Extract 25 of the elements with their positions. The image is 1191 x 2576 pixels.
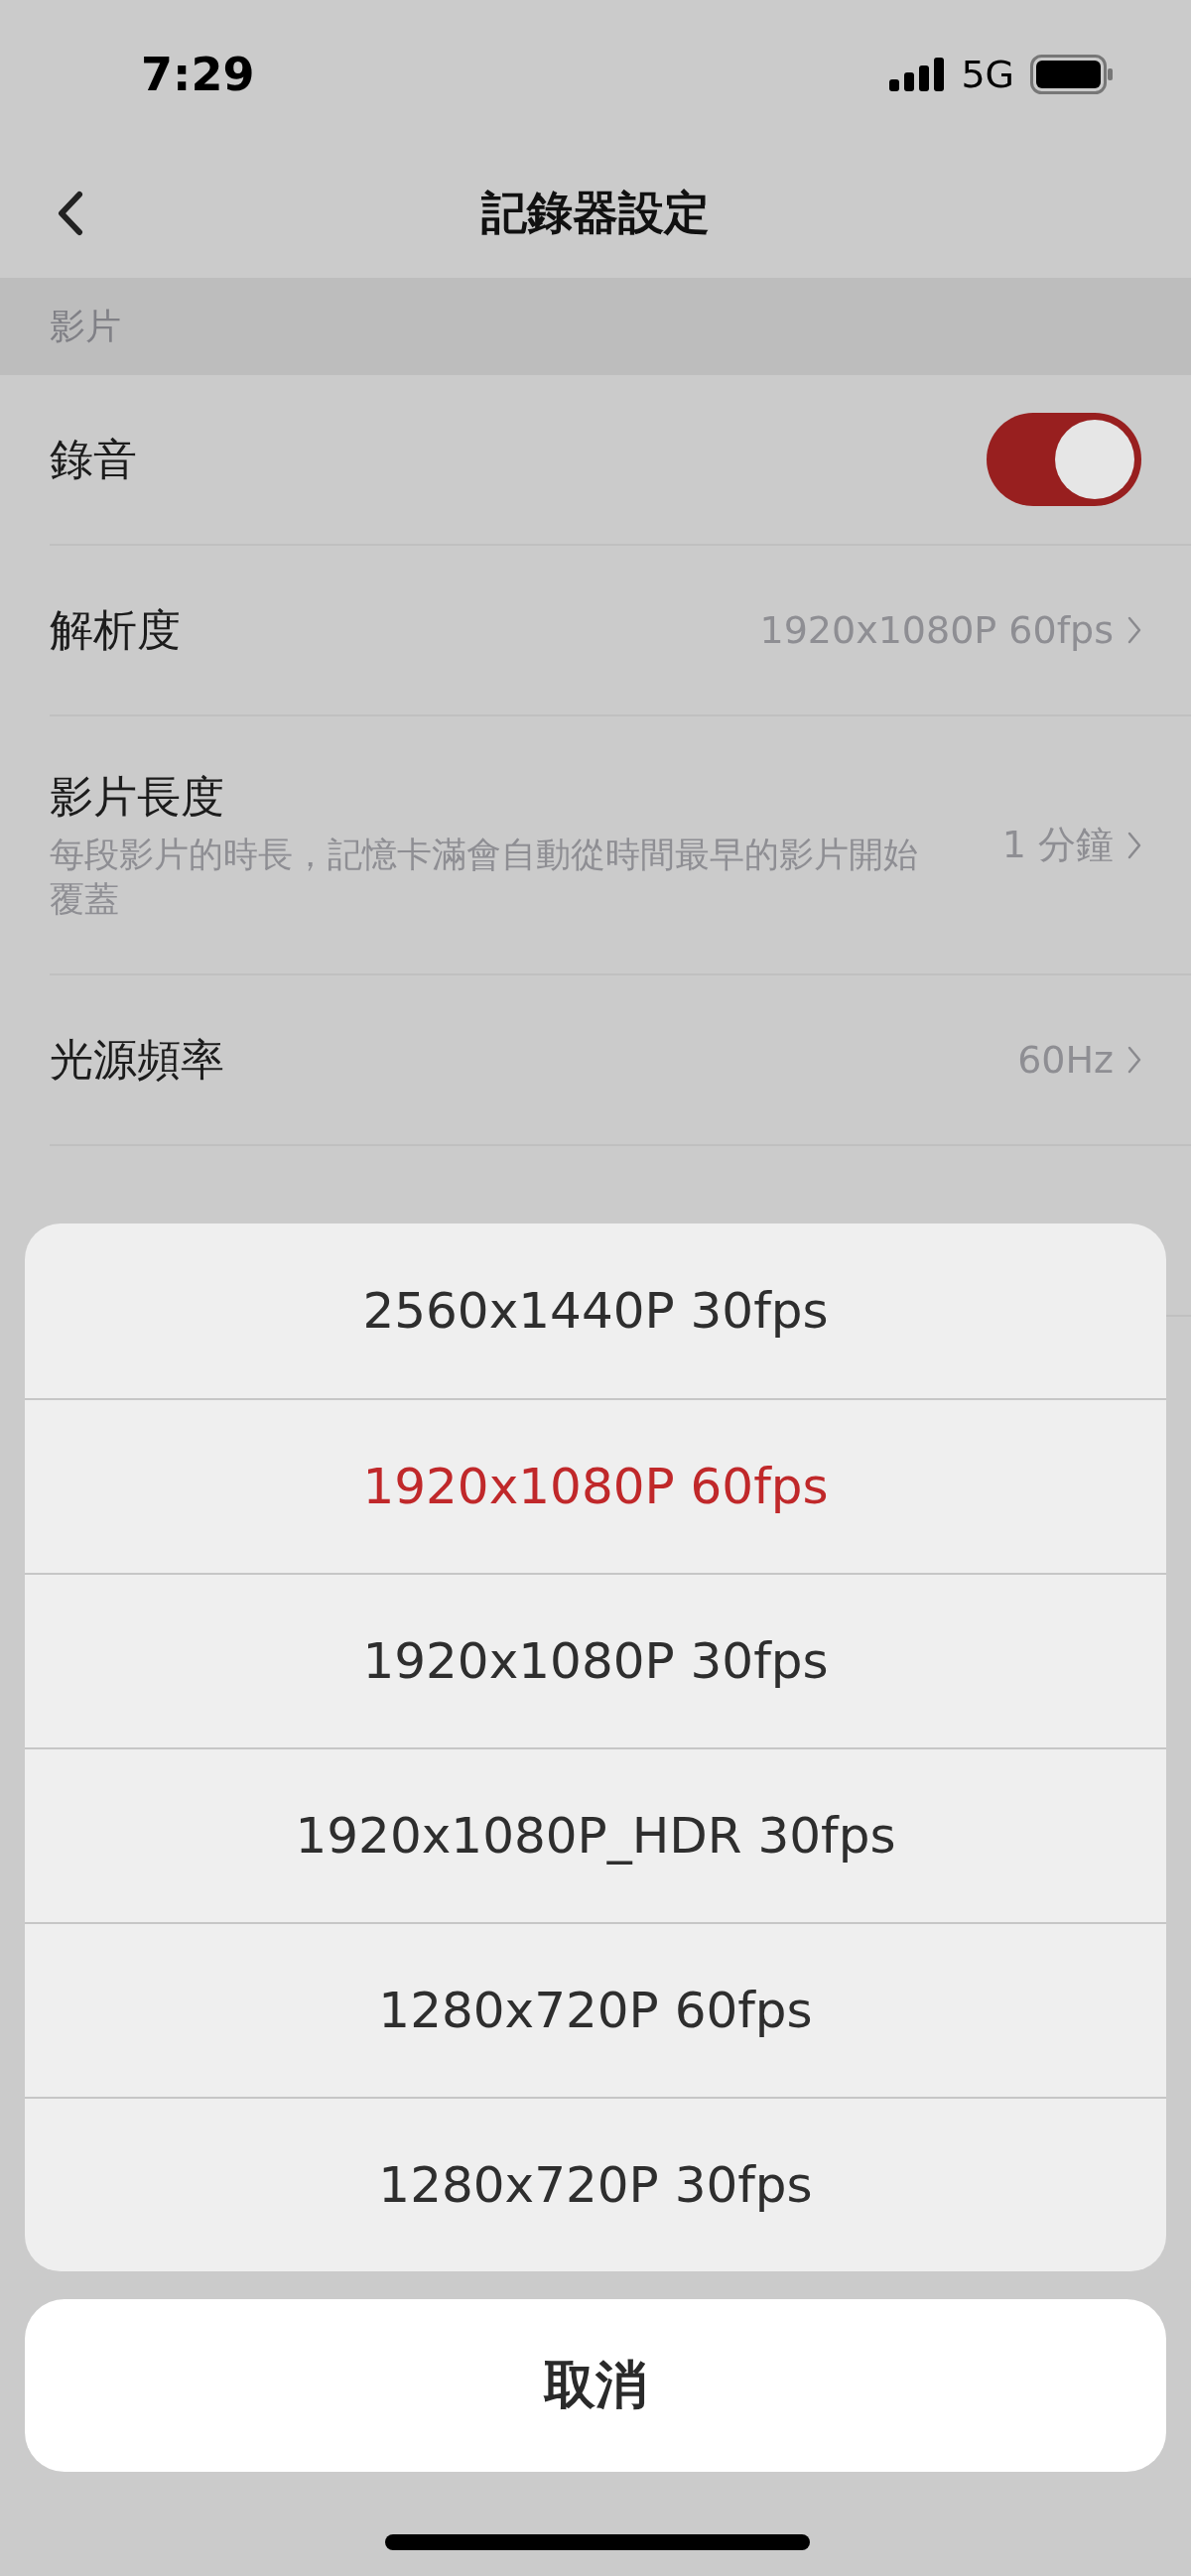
row-label: 影片長度 bbox=[50, 769, 225, 824]
row-label: 解析度 bbox=[50, 602, 181, 657]
chevron-icon bbox=[1127, 1046, 1141, 1074]
signal-icon bbox=[889, 58, 946, 91]
row-label: 錄音 bbox=[50, 432, 137, 486]
sheet-option[interactable]: 1920x1080P 60fps bbox=[25, 1398, 1166, 1573]
row-description: 每段影片的時長，記憶卡滿會自動從時間最早的影片開始覆蓋 bbox=[50, 833, 919, 921]
sheet-option[interactable]: 1280x720P 60fps bbox=[25, 1922, 1166, 2097]
row-value: 60Hz bbox=[1017, 1038, 1114, 1082]
status-time: 7:29 bbox=[141, 48, 255, 101]
sheet-option[interactable]: 2560x1440P 30fps bbox=[25, 1224, 1166, 1398]
chevron-icon bbox=[1127, 616, 1141, 644]
sheet-option[interactable]: 1920x1080P_HDR 30fps bbox=[25, 1747, 1166, 1922]
row-label: 光源頻率 bbox=[50, 1032, 224, 1087]
page-title: 記錄器設定 bbox=[481, 185, 710, 241]
battery-icon bbox=[1030, 55, 1114, 94]
sheet-option[interactable]: 1280x720P 30fps bbox=[25, 2097, 1166, 2271]
section-header: 影片 bbox=[0, 278, 1191, 375]
cancel-button[interactable]: 取消 bbox=[25, 2299, 1166, 2472]
chevron-icon bbox=[1127, 831, 1141, 859]
row-value: 1920x1080P 60fps bbox=[759, 608, 1114, 652]
sheet-option[interactable]: 1920x1080P 30fps bbox=[25, 1573, 1166, 1747]
back-icon[interactable] bbox=[56, 191, 83, 236]
row-value: 1 分鐘 bbox=[1001, 822, 1114, 868]
network-label: 5G bbox=[961, 53, 1014, 96]
